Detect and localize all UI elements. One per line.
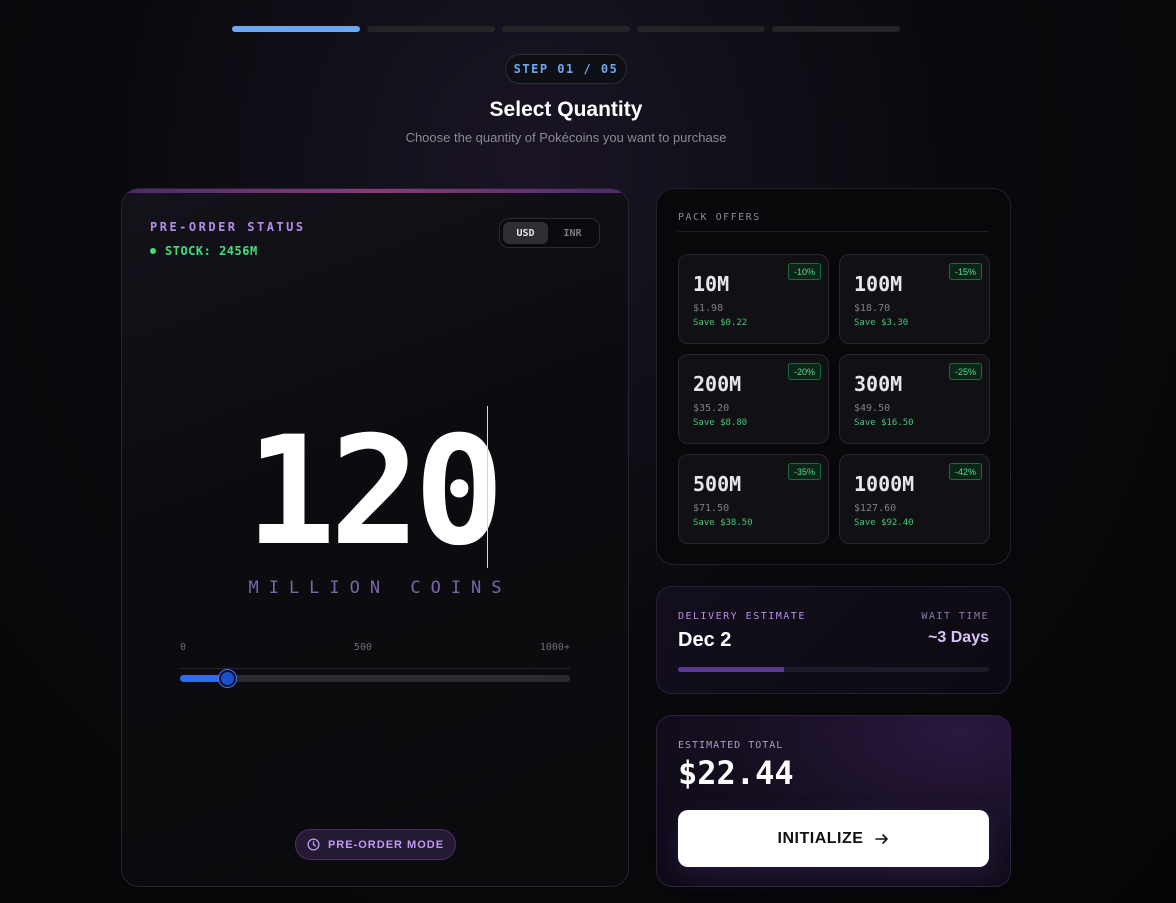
offer-quantity: 300M [854,372,903,396]
status-dot-icon [150,248,156,254]
quantity-card: PRE-ORDER STATUS STOCK: 2456M USD INR 12… [121,188,629,887]
preorder-mode-label: PRE-ORDER MODE [327,838,445,851]
slider-thumb[interactable] [218,670,236,687]
delivery-progress-bar [678,667,989,672]
delivery-date: Dec 2 [678,629,732,651]
offer-price: $35.20 [693,403,730,414]
offer-quantity: 500M [693,472,742,496]
stock-text: STOCK: 2456M [165,244,258,258]
progress-steps [232,26,900,32]
page-subtitle: Choose the quantity of Pokécoins you wan… [405,130,727,145]
wait-time-label: WAIT TIME [921,611,989,622]
preorder-mode-button[interactable]: PRE-ORDER MODE [295,829,456,860]
estimated-total-label: ESTIMATED TOTAL [678,740,784,751]
pack-offer-100m[interactable]: 100M $18.70 Save $3.30 -15% [839,254,990,344]
offer-price: $1.98 [693,303,724,314]
wait-time-value: ~3 Days [928,629,989,646]
offer-quantity: 200M [693,372,742,396]
initialize-button-label: INITIALIZE [777,829,864,847]
step-indicator: STEP 01 / 05 [505,54,627,84]
delivery-estimate-card: DELIVERY ESTIMATE Dec 2 WAIT TIME ~3 Day… [656,586,1011,694]
quantity-units: MILLION COINS [248,578,512,598]
preorder-status-label: PRE-ORDER STATUS [150,220,306,234]
offer-savings: Save $3.30 [854,318,909,328]
clock-icon [307,838,320,851]
offer-price: $71.50 [693,503,730,514]
offer-price: $18.70 [854,303,891,314]
slider-labels: 0 500 1000+ [180,642,570,653]
quantity-input[interactable]: 120 [122,417,628,567]
slider-divider [180,668,570,669]
discount-badge: -15% [948,263,982,280]
discount-badge: -20% [787,363,821,380]
delivery-progress-fill [678,667,784,672]
slider-max-label: 1000+ [539,642,570,653]
quantity-slider[interactable] [180,670,570,687]
discount-badge: -10% [787,263,821,280]
offer-savings: Save $16.50 [854,418,914,428]
offer-quantity: 10M [693,272,730,296]
progress-step-3 [502,26,630,32]
currency-toggle: USD INR [499,218,600,248]
offer-quantity: 100M [854,272,903,296]
arrow-right-icon [875,833,889,844]
pack-offer-300m[interactable]: 300M $49.50 Save $16.50 -25% [839,354,990,444]
slider-min-label: 0 [180,642,187,653]
offer-price: $127.60 [854,503,897,514]
initialize-button[interactable]: INITIALIZE [678,810,989,867]
text-caret [487,406,488,568]
currency-inr-button[interactable]: INR [550,222,595,244]
estimated-total-value: $22.44 [678,754,794,792]
progress-step-4 [637,26,765,32]
page-title: Select Quantity [489,98,643,121]
pack-offers-title: PACK OFFERS [678,212,989,232]
offer-price: $49.50 [854,403,891,414]
offer-savings: Save $0.22 [693,318,748,328]
offer-savings: Save $38.50 [693,518,753,528]
currency-usd-button[interactable]: USD [503,222,548,244]
delivery-estimate-label: DELIVERY ESTIMATE [678,611,806,622]
progress-step-2 [367,26,495,32]
discount-badge: -35% [787,463,821,480]
pack-offer-1000m[interactable]: 1000M $127.60 Save $92.40 -42% [839,454,990,544]
estimated-total-card: ESTIMATED TOTAL $22.44 INITIALIZE [656,715,1011,887]
discount-badge: -42% [948,463,982,480]
pack-offer-500m[interactable]: 500M $71.50 Save $38.50 -35% [678,454,829,544]
progress-step-1 [232,26,360,32]
slider-mid-label: 500 [353,642,372,653]
stock-indicator: STOCK: 2456M [150,244,258,258]
offer-savings: Save $92.40 [854,518,914,528]
progress-step-5 [772,26,900,32]
pack-offers-card: PACK OFFERS 10M $1.98 Save $0.22 -10% 10… [656,188,1011,565]
offer-quantity: 1000M [854,472,915,496]
discount-badge: -25% [948,363,982,380]
pack-offer-200m[interactable]: 200M $35.20 Save $8.80 -20% [678,354,829,444]
pack-offer-10m[interactable]: 10M $1.98 Save $0.22 -10% [678,254,829,344]
offer-savings: Save $8.80 [693,418,748,428]
